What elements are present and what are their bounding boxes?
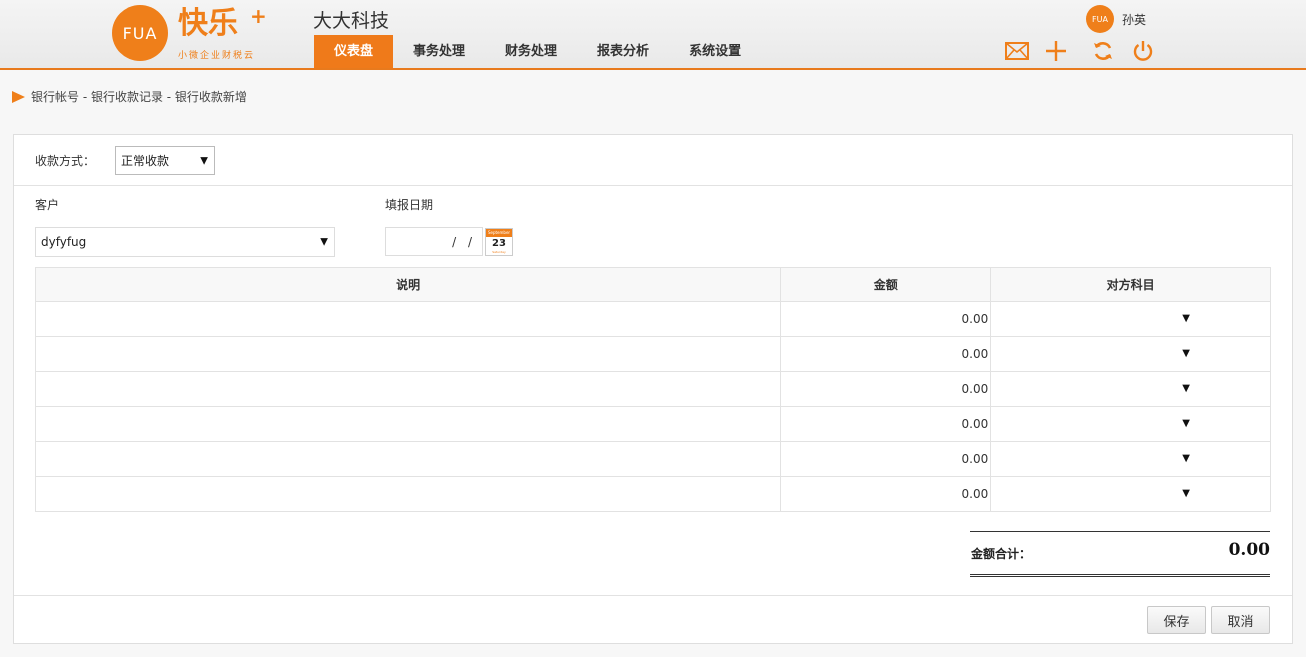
account-select[interactable]: ▼ [990, 371, 1271, 407]
nav-item-3[interactable]: 报表分析 [577, 35, 669, 68]
cancel-button[interactable]: 取消 [1211, 606, 1270, 634]
table-header-row: 说明 金额 对方科目 [34, 267, 1271, 302]
nav-item-1[interactable]: 事务处理 [393, 35, 485, 68]
table-row: 0.00 ▼ [34, 441, 1271, 477]
customer-value: dyfyfug [41, 235, 87, 249]
table-row: 0.00 ▼ [34, 336, 1271, 372]
payment-method-value: 正常收款 [121, 154, 170, 168]
nav-item-2[interactable]: 财务处理 [485, 35, 577, 68]
total-label: 金额合计： [971, 547, 1032, 561]
caret-down-icon: ▼ [1182, 452, 1190, 464]
payment-method-row: 收款方式： 正常收款 ▼ [14, 135, 1292, 186]
account-select[interactable]: ▼ [990, 476, 1271, 512]
account-select[interactable]: ▼ [990, 301, 1271, 337]
customer-select[interactable]: dyfyfug ▼ [35, 227, 335, 257]
entry-table: 说明 金额 对方科目 0.00 ▼ 0.00 ▼ 0.00 ▼ 0.00 ▼ 0.00 ▼ 0.00… [34, 267, 1271, 512]
account-select[interactable]: ▼ [990, 336, 1271, 372]
logo-plus: + [250, 4, 267, 28]
nav-item-0[interactable]: 仪表盘 [314, 35, 394, 68]
caret-down-icon: ▼ [1182, 382, 1190, 394]
description-cell[interactable] [34, 441, 782, 477]
total-summary: 金额合计： 0.00 [970, 531, 1270, 577]
date-input[interactable]: / / [385, 227, 483, 256]
calendar-month: September [486, 229, 512, 237]
calendar-weekday: Saturday [492, 250, 506, 254]
amount-cell[interactable]: 0.00 [780, 301, 992, 337]
payment-method-select[interactable]: 正常收款 ▼ [115, 146, 215, 175]
mail-icon[interactable] [1004, 38, 1030, 64]
date-value: / / [452, 235, 476, 249]
amount-cell[interactable]: 0.00 [780, 476, 992, 512]
payment-method-label: 收款方式： [35, 154, 96, 168]
arrow-right-icon [12, 90, 25, 103]
logo-text: 快乐 [178, 6, 238, 41]
table-row: 0.00 ▼ [34, 476, 1271, 512]
user-avatar[interactable]: FUA [1086, 5, 1114, 33]
account-select[interactable]: ▼ [990, 406, 1271, 442]
caret-down-icon: ▼ [320, 236, 328, 248]
calendar-day: 23 [492, 238, 506, 249]
column-header-amount: 金额 [780, 267, 992, 302]
amount-cell[interactable]: 0.00 [780, 406, 992, 442]
save-button[interactable]: 保存 [1147, 606, 1206, 634]
breadcrumb: 银行帐号 - 银行收款记录 - 银行收款新增 [12, 88, 247, 105]
description-cell[interactable] [34, 406, 782, 442]
caret-down-icon: ▼ [1182, 312, 1190, 324]
amount-cell[interactable]: 0.00 [780, 371, 992, 407]
description-cell[interactable] [34, 301, 782, 337]
top-header: FUA 快乐 + 小微企业财税云 大大科技 仪表盘 事务处理 财务处理 报表分析 系统设… [0, 0, 1306, 70]
caret-down-icon: ▼ [1182, 487, 1190, 499]
caret-down-icon: ▼ [1182, 417, 1190, 429]
description-cell[interactable] [34, 371, 782, 407]
power-icon[interactable] [1130, 38, 1156, 64]
user-name[interactable]: 孙英 [1122, 11, 1146, 28]
logo-mark[interactable]: FUA [112, 5, 168, 61]
table-row: 0.00 ▼ [34, 301, 1271, 337]
column-header-description: 说明 [34, 267, 782, 302]
caret-down-icon: ▼ [1182, 347, 1190, 359]
table-row: 0.00 ▼ [34, 371, 1271, 407]
amount-cell[interactable]: 0.00 [780, 336, 992, 372]
calendar-icon[interactable]: September 23 Saturday [485, 228, 513, 256]
company-name: 大大科技 [313, 10, 390, 32]
caret-down-icon: ▼ [200, 155, 208, 166]
column-header-account: 对方科目 [990, 267, 1271, 302]
date-label: 填报日期 [385, 198, 434, 212]
table-row: 0.00 ▼ [34, 406, 1271, 442]
nav-item-4[interactable]: 系统设置 [669, 35, 761, 68]
description-cell[interactable] [34, 336, 782, 372]
form-panel: 收款方式： 正常收款 ▼ 客户 填报日期 dyfyfug ▼ / / Septe… [13, 134, 1293, 644]
breadcrumb-text: 银行帐号 - 银行收款记录 - 银行收款新增 [31, 90, 247, 104]
form-footer: 保存 取消 [14, 595, 1292, 643]
description-cell[interactable] [34, 476, 782, 512]
customer-label: 客户 [35, 198, 60, 212]
logo-slogan: 小微企业财税云 [178, 51, 256, 61]
total-value: 0.00 [1228, 540, 1270, 560]
amount-cell[interactable]: 0.00 [780, 441, 992, 477]
main-nav: 仪表盘 事务处理 财务处理 报表分析 系统设置 [314, 35, 761, 68]
plus-icon[interactable] [1043, 38, 1069, 64]
account-select[interactable]: ▼ [990, 441, 1271, 477]
refresh-icon[interactable] [1090, 38, 1116, 64]
